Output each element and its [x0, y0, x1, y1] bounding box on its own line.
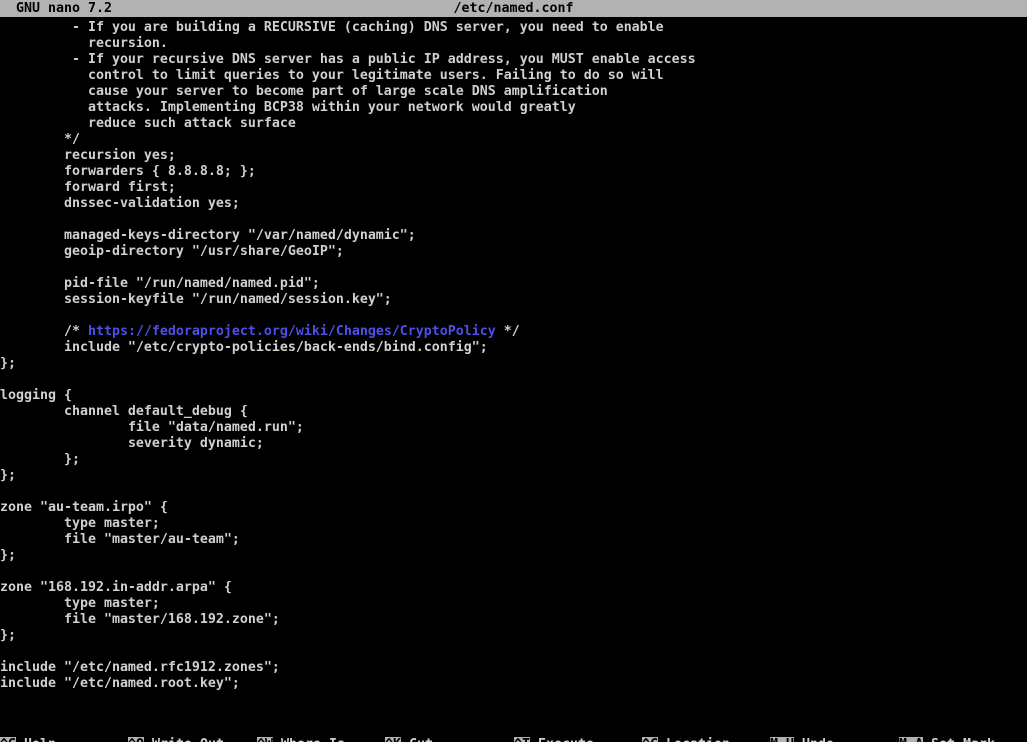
- comment-close: */: [496, 324, 520, 339]
- shortcut-key: ^T: [514, 737, 530, 742]
- editor-line: include "/etc/named.rfc1912.zones";: [0, 660, 1027, 676]
- editor-line: [0, 372, 1027, 388]
- shortcut-^G: ^G Help: [0, 737, 56, 742]
- editor-line: [0, 212, 1027, 228]
- editor-line: /* https://fedoraproject.org/wiki/Change…: [0, 324, 1027, 340]
- shortcut-^T: ^T Execute: [514, 737, 594, 742]
- editor-line: dnssec-validation yes;: [0, 196, 1027, 212]
- editor-line: };: [0, 468, 1027, 484]
- editor-line: forwarders { 8.8.8.8; };: [0, 164, 1027, 180]
- editor-line: attacks. Implementing BCP38 within your …: [0, 100, 1027, 116]
- help-bar-row1: ^G Help ^O Write Out ^W Where Is ^K Cut ^T E…: [0, 737, 1027, 742]
- editor-line: session-keyfile "/run/named/session.key"…: [0, 292, 1027, 308]
- shortcut-label: Cut: [401, 737, 433, 742]
- shortcut-label: Help: [16, 737, 56, 742]
- shortcut-^C: ^C Location: [642, 737, 730, 742]
- shortcut-key: ^G: [0, 737, 16, 742]
- editor-line: zone "au-team.irpo" {: [0, 500, 1027, 516]
- shortcut-label: Execute: [530, 737, 594, 742]
- shortcut-key: ^C: [642, 737, 658, 742]
- editor-line: };: [0, 452, 1027, 468]
- editor-line: */: [0, 132, 1027, 148]
- editor-content[interactable]: - If you are building a RECURSIVE (cachi…: [0, 20, 1027, 692]
- shortcut-label: Undo: [794, 737, 834, 742]
- editor-line: cause your server to become part of larg…: [0, 84, 1027, 100]
- editor-line: forward first;: [0, 180, 1027, 196]
- shortcut-key: ^K: [385, 737, 401, 742]
- shortcut-label: Write Out: [144, 737, 224, 742]
- shortcut-^K: ^K Cut: [385, 737, 433, 742]
- editor-line: file "master/168.192.zone";: [0, 612, 1027, 628]
- editor-line: include "/etc/named.root.key";: [0, 676, 1027, 692]
- shortcut-^O: ^O Write Out: [128, 737, 224, 742]
- shortcut-^W: ^W Where Is: [257, 737, 345, 742]
- shortcut-M-U: M-U Undo: [770, 737, 834, 742]
- editor-line: managed-keys-directory "/var/named/dynam…: [0, 228, 1027, 244]
- shortcut-key: ^W: [257, 737, 273, 742]
- shortcut-key: ^O: [128, 737, 144, 742]
- editor-line: channel default_debug {: [0, 404, 1027, 420]
- shortcut-key: M-A: [899, 737, 923, 742]
- editor-line: logging {: [0, 388, 1027, 404]
- shortcut-label: Where Is: [273, 737, 345, 742]
- editor-line: [0, 644, 1027, 660]
- shortcut-label: Location: [658, 737, 730, 742]
- editor-line: type master;: [0, 516, 1027, 532]
- editor-line: recursion yes;: [0, 148, 1027, 164]
- editor-line: [0, 484, 1027, 500]
- shortcut-M-A: M-A Set Mark: [899, 737, 995, 742]
- crypto-policy-url[interactable]: https://fedoraproject.org/wiki/Changes/C…: [88, 324, 496, 339]
- editor-line: };: [0, 356, 1027, 372]
- editor-line: };: [0, 628, 1027, 644]
- editor-line: control to limit queries to your legitim…: [0, 68, 1027, 84]
- shortcut-label: Set Mark: [923, 737, 995, 742]
- editor-line: reduce such attack surface: [0, 116, 1027, 132]
- terminal-screen[interactable]: GNU nano 7.2 /etc/named.conf - If you ar…: [0, 0, 1027, 742]
- editor-line: [0, 564, 1027, 580]
- editor-line: recursion.: [0, 36, 1027, 52]
- editor-line: file "data/named.run";: [0, 420, 1027, 436]
- editor-line: [0, 308, 1027, 324]
- nano-titlebar: GNU nano 7.2 /etc/named.conf: [0, 0, 1027, 17]
- editor-line: };: [0, 548, 1027, 564]
- file-path-title: /etc/named.conf: [0, 0, 1027, 17]
- editor-line: - If your recursive DNS server has a pub…: [0, 52, 1027, 68]
- editor-line: [0, 260, 1027, 276]
- editor-line: file "master/au-team";: [0, 532, 1027, 548]
- editor-line: include "/etc/crypto-policies/back-ends/…: [0, 340, 1027, 356]
- editor-line: severity dynamic;: [0, 436, 1027, 452]
- editor-line: pid-file "/run/named/named.pid";: [0, 276, 1027, 292]
- editor-line: zone "168.192.in-addr.arpa" {: [0, 580, 1027, 596]
- comment-open: /*: [0, 324, 88, 339]
- editor-line: - If you are building a RECURSIVE (cachi…: [0, 20, 1027, 36]
- editor-line: geoip-directory "/usr/share/GeoIP";: [0, 244, 1027, 260]
- shortcut-key: M-U: [770, 737, 794, 742]
- editor-line: type master;: [0, 596, 1027, 612]
